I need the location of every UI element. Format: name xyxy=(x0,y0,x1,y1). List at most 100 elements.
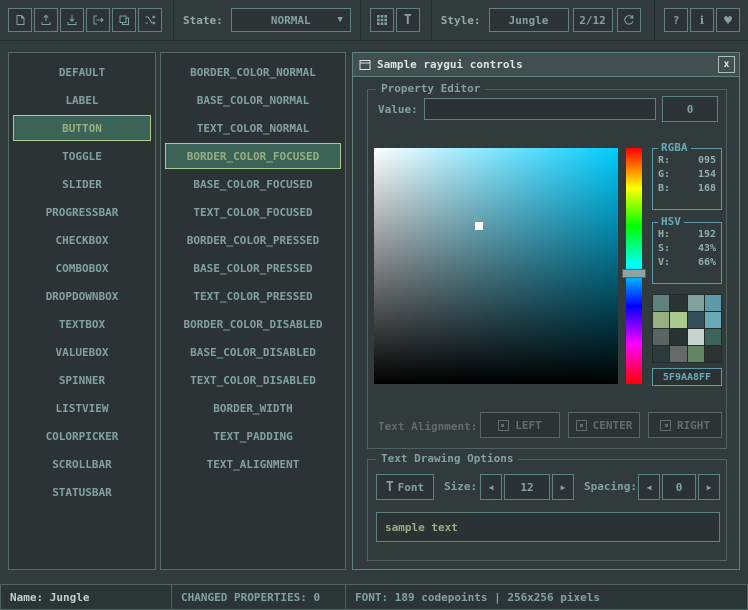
new-style-button[interactable] xyxy=(8,8,32,32)
toolbar-separator xyxy=(173,0,174,41)
control-item-label[interactable]: LABEL xyxy=(13,87,151,113)
state-dropdown[interactable]: NORMAL ▼ xyxy=(231,8,351,32)
hue-slider-handle[interactable] xyxy=(622,269,646,278)
property-item-border-color-pressed[interactable]: BORDER_COLOR_PRESSED xyxy=(165,227,341,253)
control-item-button[interactable]: BUTTON xyxy=(13,115,151,141)
property-item-border-width[interactable]: BORDER_WIDTH xyxy=(165,395,341,421)
control-item-slider[interactable]: SLIDER xyxy=(13,171,151,197)
hue-value: 192 xyxy=(698,229,716,240)
control-item-combobox[interactable]: COMBOBOX xyxy=(13,255,151,281)
green-label: G: xyxy=(658,169,670,180)
statusbar-font-info: FONT: 189 codepoints | 256x256 pixels xyxy=(345,584,748,610)
property-item-base-color-focused[interactable]: BASE_COLOR_FOCUSED xyxy=(165,171,341,197)
size-increment-button[interactable]: ▶ xyxy=(552,474,574,500)
copy-style-button[interactable] xyxy=(112,8,136,32)
control-item-textbox[interactable]: TEXTBOX xyxy=(13,311,151,337)
control-item-scrollbar[interactable]: SCROLLBAR xyxy=(13,451,151,477)
property-item-text-color-disabled[interactable]: TEXT_COLOR_DISABLED xyxy=(165,367,341,393)
palette-swatch[interactable] xyxy=(705,329,721,345)
control-item-toggle[interactable]: TOGGLE xyxy=(13,143,151,169)
style-label: Style: xyxy=(441,14,481,27)
palette-swatch[interactable] xyxy=(653,346,669,362)
palette-swatch[interactable] xyxy=(670,295,686,311)
value-count-box[interactable]: 0 xyxy=(662,96,718,122)
align-right-button[interactable]: RIGHT xyxy=(648,412,722,438)
control-item-progressbar[interactable]: PROGRESSBAR xyxy=(13,199,151,225)
align-left-button[interactable]: LEFT xyxy=(480,412,560,438)
spacing-increment-button[interactable]: ▶ xyxy=(698,474,720,500)
control-item-default[interactable]: DEFAULT xyxy=(13,59,151,85)
info-button[interactable]: i xyxy=(690,8,714,32)
style-index-value: 2/12 xyxy=(579,14,606,27)
hex-value-box[interactable]: 5F9AA8FF xyxy=(652,368,722,386)
spacing-decrement-button[interactable]: ◀ xyxy=(638,474,660,500)
font-button-label: Font xyxy=(398,481,425,494)
picker-value-gradient xyxy=(374,148,618,384)
property-item-text-color-normal[interactable]: TEXT_COLOR_NORMAL xyxy=(165,115,341,141)
value-input[interactable] xyxy=(424,98,656,120)
style-index-box[interactable]: 2/12 xyxy=(573,8,613,32)
palette-swatch[interactable] xyxy=(688,312,704,328)
control-item-checkbox[interactable]: CHECKBOX xyxy=(13,227,151,253)
statusbar-style-name: Name: Jungle xyxy=(0,584,172,610)
control-item-statusbar[interactable]: STATUSBAR xyxy=(13,479,151,505)
align-center-button[interactable]: CENTER xyxy=(568,412,640,438)
palette-swatch[interactable] xyxy=(688,295,704,311)
palette-swatch[interactable] xyxy=(670,312,686,328)
value-count: 0 xyxy=(687,103,694,116)
spacing-value-box[interactable]: 0 xyxy=(662,474,696,500)
style-name-button[interactable]: Jungle xyxy=(489,8,569,32)
hue-bar[interactable] xyxy=(626,148,642,384)
text-drawing-options-title: Text Drawing Options xyxy=(376,452,518,465)
rgba-blue-row: B: 168 xyxy=(658,183,716,194)
control-item-spinner[interactable]: SPINNER xyxy=(13,367,151,393)
window-titlebar[interactable]: Sample raygui controls x xyxy=(353,53,739,77)
palette-swatch[interactable] xyxy=(688,329,704,345)
statusbar-changed-properties: CHANGED PROPERTIES: 0 xyxy=(171,584,346,610)
reload-style-button[interactable] xyxy=(617,8,641,32)
control-item-colorpicker[interactable]: COLORPICKER xyxy=(13,423,151,449)
size-value-box[interactable]: 12 xyxy=(504,474,550,500)
property-item-text-color-focused[interactable]: TEXT_COLOR_FOCUSED xyxy=(165,199,341,225)
property-item-text-alignment[interactable]: TEXT_ALIGNMENT xyxy=(165,451,341,477)
property-item-border-color-normal[interactable]: BORDER_COLOR_NORMAL xyxy=(165,59,341,85)
property-item-base-color-pressed[interactable]: BASE_COLOR_PRESSED xyxy=(165,255,341,281)
sample-text-box[interactable]: sample text xyxy=(376,512,720,542)
palette-swatch[interactable] xyxy=(653,312,669,328)
export-style-button[interactable] xyxy=(86,8,110,32)
property-item-text-color-pressed[interactable]: TEXT_COLOR_PRESSED xyxy=(165,283,341,309)
palette-swatch[interactable] xyxy=(670,329,686,345)
style-table-button[interactable] xyxy=(370,8,394,32)
palette-swatch[interactable] xyxy=(653,329,669,345)
help-button[interactable]: ? xyxy=(664,8,688,32)
window-close-button[interactable]: x xyxy=(718,56,735,73)
property-item-border-color-disabled[interactable]: BORDER_COLOR_DISABLED xyxy=(165,311,341,337)
state-dropdown-value: NORMAL xyxy=(271,14,311,27)
random-style-button[interactable] xyxy=(138,8,162,32)
control-item-listview[interactable]: LISTVIEW xyxy=(13,395,151,421)
size-decrement-button[interactable]: ◀ xyxy=(480,474,502,500)
palette-swatch[interactable] xyxy=(705,346,721,362)
save-style-button[interactable] xyxy=(60,8,84,32)
font-button[interactable]: T Font xyxy=(376,474,434,500)
align-left-icon xyxy=(498,420,509,431)
palette-swatch[interactable] xyxy=(705,295,721,311)
load-style-button[interactable] xyxy=(34,8,58,32)
picker-cursor[interactable] xyxy=(475,222,483,230)
palette-swatch[interactable] xyxy=(653,295,669,311)
property-item-base-color-normal[interactable]: BASE_COLOR_NORMAL xyxy=(165,87,341,113)
property-item-border-color-focused[interactable]: BORDER_COLOR_FOCUSED xyxy=(165,143,341,169)
control-item-dropdownbox[interactable]: DROPDOWNBOX xyxy=(13,283,151,309)
color-picker-area[interactable] xyxy=(374,148,618,384)
palette-swatch[interactable] xyxy=(670,346,686,362)
palette-swatch[interactable] xyxy=(705,312,721,328)
property-item-text-padding[interactable]: TEXT_PADDING xyxy=(165,423,341,449)
property-item-base-color-disabled[interactable]: BASE_COLOR_DISABLED xyxy=(165,339,341,365)
state-label: State: xyxy=(183,14,223,27)
red-label: R: xyxy=(658,155,670,166)
palette-swatch[interactable] xyxy=(688,346,704,362)
control-item-valuebox[interactable]: VALUEBOX xyxy=(13,339,151,365)
font-atlas-button[interactable]: T xyxy=(396,8,420,32)
size-value: 12 xyxy=(520,481,533,494)
sponsor-button[interactable]: ♥ xyxy=(716,8,740,32)
